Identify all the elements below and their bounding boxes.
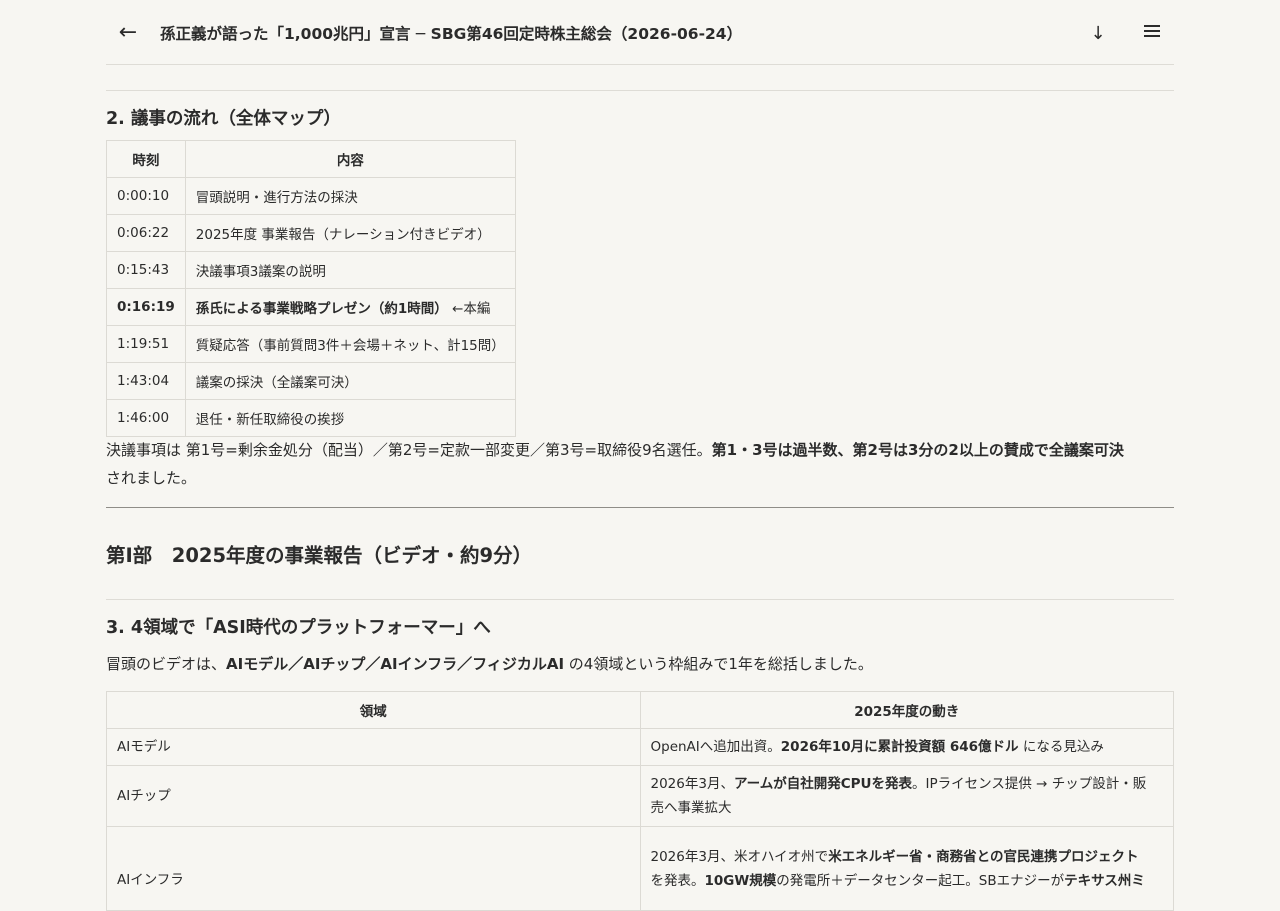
note-text: 決議事項は 第1号=剰余金処分（配当）／第2号=定款一部変更／第3号=取締役9名…	[106, 441, 712, 459]
note-emphasis: 第1・3号は過半数、第2号は3分の2以上の賛成で全議案可決	[711, 441, 1124, 459]
table-row: 0:06:22 2025年度 事業報告（ナレーション付きビデオ）	[106, 214, 517, 252]
time-cell: 0:06:22	[106, 214, 186, 252]
content-cell: 2025年度 事業報告（ナレーション付きビデオ）	[184, 214, 517, 252]
time-cell: 0:00:10	[106, 177, 186, 215]
activity-emphasis: 10GW規模	[704, 872, 777, 889]
content-cell: 議案の採決（全議案可決）	[184, 362, 517, 400]
content-cell: 孫氏による事業戦略プレゼン（約1時間） ←本編	[184, 288, 517, 326]
table-row: 1:46:00 退任・新任取締役の挨拶	[106, 399, 517, 437]
activity-emphasis: テキサス州ミ	[1064, 872, 1145, 889]
section-intro: 冒頭のビデオは、AIモデル／AIチップ／AIインフラ／フィジカルAI の4領域と…	[106, 650, 1174, 678]
activity-text: 売へ事業拡大	[650, 800, 732, 816]
part-divider	[106, 507, 1174, 508]
document-title: 孫正義が語った「1,000兆円」宣言 ─ SBG第46回定時株主総会（2026-…	[160, 25, 743, 43]
activity-text: 。IPライセンス提供 → チップ設計・販	[912, 776, 1147, 792]
table-row: 0:00:10 冒頭説明・進行方法の採決	[106, 177, 517, 215]
resolution-note: 決議事項は 第1号=剰余金処分（配当）／第2号=定款一部変更／第3号=取締役9名…	[106, 436, 1174, 492]
area-cell: AIモデル	[106, 728, 641, 766]
activity-cell: 2026年3月、アームが自社開発CPUを発表。IPライセンス提供 → チップ設計…	[639, 765, 1174, 827]
back-arrow-icon[interactable]: ←	[116, 19, 140, 47]
activity-emphasis: アームが自社開発CPUを発表	[733, 776, 913, 792]
column-header-time: 時刻	[106, 140, 186, 178]
column-header-activity: 2025年度の動き	[639, 691, 1174, 729]
content-suffix: ←本編	[447, 301, 491, 317]
domain-table: 領域 2025年度の動き AIモデル OpenAIへ追加出資。2026年10月に…	[106, 691, 1174, 911]
table-row: 0:16:19 孫氏による事業戦略プレゼン（約1時間） ←本編	[106, 288, 517, 326]
area-cell: AIチップ	[106, 765, 641, 827]
table-row: 1:19:51 質疑応答（事前質問3件＋会場＋ネット、計15問）	[106, 325, 517, 363]
table-row: 1:43:04 議案の採決（全議案可決）	[106, 362, 517, 400]
column-header-area: 領域	[106, 691, 641, 729]
agenda-table: 時刻 内容 0:00:10 冒頭説明・進行方法の採決 0:06:22 2025年…	[106, 140, 517, 437]
intro-text: 冒頭のビデオは、	[106, 655, 227, 673]
content-cell: 冒頭説明・進行方法の採決	[184, 177, 517, 215]
activity-text: を発表。	[650, 872, 705, 889]
intro-text: の4領域という枠組みで1年を総括しました。	[564, 655, 873, 673]
content-cell: 決議事項3議案の説明	[184, 251, 517, 289]
table-row: AIインフラ 2026年3月、米オハイオ州で米エネルギー省・商務省との官民連携プ…	[106, 826, 1174, 911]
activity-emphasis: 2026年10月に累計投資額 646億ドル	[780, 739, 1019, 755]
activity-emphasis: 米エネルギー省・商務省との官民連携プロジェクト	[828, 848, 1139, 865]
time-cell: 0:16:19	[106, 288, 186, 326]
activity-text: の発電所＋データセンター起工。SBエナジーが	[776, 872, 1065, 889]
table-row: AIモデル OpenAIへ追加出資。2026年10月に累計投資額 646億ドル …	[106, 728, 1174, 766]
top-bar: ← 孫正義が語った「1,000兆円」宣言 ─ SBG第46回定時株主総会（202…	[106, 0, 1174, 65]
divider	[106, 90, 1174, 91]
content-cell: 質疑応答（事前質問3件＋会場＋ネット、計15問）	[184, 325, 517, 363]
time-cell: 1:19:51	[106, 325, 186, 363]
table-row: 0:15:43 決議事項3議案の説明	[106, 251, 517, 289]
column-header-content: 内容	[184, 140, 517, 178]
section-heading-3: 3. 4領域で「ASI時代のプラットフォーマー」へ	[106, 618, 491, 638]
section-heading-2: 2. 議事の流れ（全体マップ）	[106, 109, 341, 129]
activity-cell: 2026年3月、米オハイオ州で米エネルギー省・商務省との官民連携プロジェクトを発…	[639, 826, 1174, 911]
activity-text: OpenAIへ追加出資。	[650, 739, 781, 755]
part-heading: 第Ⅰ部 2025年度の事業報告（ビデオ・約9分）	[106, 544, 533, 567]
activity-text: 2026年3月、米オハイオ州で	[650, 848, 829, 865]
menu-icon[interactable]	[1142, 22, 1162, 42]
activity-cell: OpenAIへ追加出資。2026年10月に累計投資額 646億ドル になる見込み	[639, 728, 1174, 766]
area-cell: AIインフラ	[106, 826, 641, 911]
divider	[106, 599, 1174, 600]
time-cell: 0:15:43	[106, 251, 186, 289]
activity-text: 2026年3月、	[650, 776, 734, 792]
download-icon[interactable]: ↓	[1088, 20, 1108, 48]
note-tail: されました。	[106, 469, 197, 487]
time-cell: 1:46:00	[106, 399, 186, 437]
content-cell: 退任・新任取締役の挨拶	[184, 399, 517, 437]
table-row: AIチップ 2026年3月、アームが自社開発CPUを発表。IPライセンス提供 →…	[106, 765, 1174, 827]
content-highlight: 孫氏による事業戦略プレゼン（約1時間）	[195, 301, 448, 317]
time-cell: 1:43:04	[106, 362, 186, 400]
activity-text: になる見込み	[1018, 739, 1104, 755]
intro-emphasis: AIモデル／AIチップ／AIインフラ／フィジカルAI	[226, 655, 565, 673]
